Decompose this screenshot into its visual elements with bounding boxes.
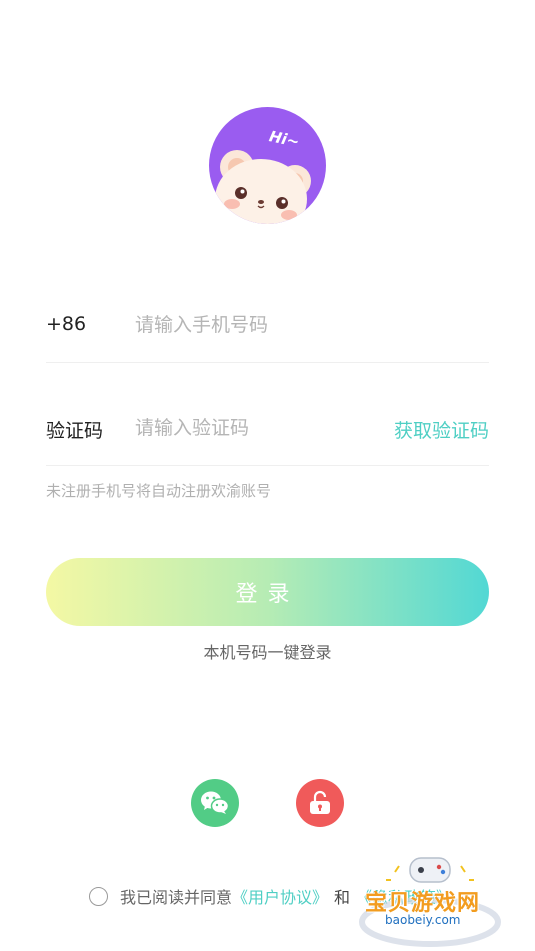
agreement-checkbox[interactable] bbox=[89, 886, 108, 906]
code-row: 验证码 获取验证码 bbox=[46, 398, 489, 458]
code-input[interactable] bbox=[135, 412, 365, 444]
divider bbox=[46, 362, 489, 363]
watermark: 宝贝游戏网 baobeiy.com bbox=[355, 852, 505, 947]
unlock-icon bbox=[310, 790, 330, 814]
phone-input[interactable] bbox=[135, 309, 475, 341]
login-button-label: 登录 bbox=[235, 582, 300, 607]
country-code-label[interactable]: +86 bbox=[46, 313, 86, 335]
divider bbox=[46, 465, 489, 466]
get-code-button[interactable]: 获取验证码 bbox=[394, 416, 489, 443]
watermark-url: baobeiy.com bbox=[385, 913, 461, 927]
phone-row: +86 bbox=[46, 295, 489, 355]
avatar-greeting: Hi~ bbox=[268, 127, 301, 151]
wechat-icon bbox=[201, 791, 230, 814]
register-hint: 未注册手机号将自动注册欢渝账号 bbox=[46, 482, 272, 500]
login-button[interactable]: 登录 bbox=[46, 558, 489, 626]
agreement-prefix: 我已阅读并同意 bbox=[120, 888, 233, 907]
password-login-button[interactable] bbox=[296, 779, 344, 827]
user-agreement-link[interactable]: 《用户协议》 bbox=[232, 884, 328, 908]
one-click-login-link[interactable]: 本机号码一键登录 bbox=[0, 639, 535, 663]
bear-mascot-icon: Hi~ bbox=[215, 127, 311, 224]
app-logo-avatar: Hi~ bbox=[209, 107, 326, 224]
agreement-and: 和 bbox=[334, 888, 351, 907]
wechat-login-button[interactable] bbox=[191, 779, 239, 827]
code-label: 验证码 bbox=[46, 420, 104, 442]
